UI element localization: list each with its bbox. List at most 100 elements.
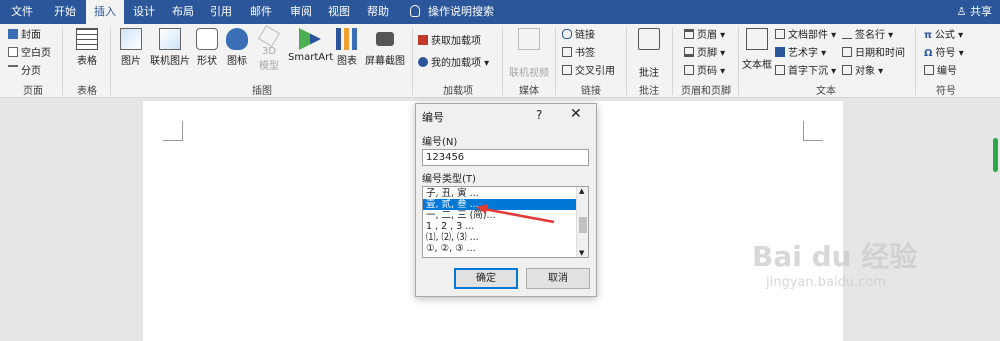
wordart-label: 艺术字 bbox=[788, 48, 818, 59]
textbox-label: 文本框 bbox=[742, 60, 772, 71]
signature-line-button[interactable]: 签名行 ▾ bbox=[842, 28, 893, 44]
group-separator bbox=[502, 27, 503, 95]
scroll-up-icon[interactable]: ▲ bbox=[579, 187, 584, 195]
dropcap-button[interactable]: 首字下沉 ▾ bbox=[775, 64, 836, 80]
bookmark-button[interactable]: 书签 bbox=[562, 46, 595, 62]
list-scrollbar[interactable]: ▲ ▼ bbox=[576, 187, 588, 257]
tab-home[interactable]: 开始 bbox=[44, 0, 86, 24]
table-label: 表格 bbox=[77, 56, 97, 67]
screenshot-label: 屏幕截图 bbox=[365, 56, 405, 67]
symbol-label: 符号 bbox=[935, 48, 956, 59]
dialog-title: 编号 bbox=[422, 111, 444, 124]
scroll-down-icon[interactable]: ▼ bbox=[579, 249, 584, 257]
footer-button[interactable]: 页脚 ▾ bbox=[684, 46, 725, 62]
number-icon bbox=[924, 65, 934, 75]
vertical-scrollbar[interactable] bbox=[991, 100, 1000, 330]
page-number-button[interactable]: 页码 ▾ bbox=[684, 64, 725, 80]
number-button[interactable]: 编号 bbox=[924, 64, 957, 80]
list-item[interactable]: ①, ②, ③ ... bbox=[423, 243, 577, 254]
tab-view[interactable]: 视图 bbox=[320, 0, 358, 24]
new-comment-button[interactable]: 批注 bbox=[634, 28, 664, 79]
tell-me-search[interactable]: 操作说明搜索 bbox=[410, 0, 494, 24]
lightbulb-icon bbox=[410, 5, 420, 17]
cancel-button[interactable]: 取消 bbox=[526, 268, 590, 289]
person-icon: ♙ bbox=[956, 5, 967, 18]
tab-references[interactable]: 引用 bbox=[202, 0, 240, 24]
group-label-header-footer: 页眉和页脚 bbox=[681, 86, 731, 97]
screenshot-button[interactable]: 屏幕截图 bbox=[362, 28, 408, 67]
icons-button[interactable]: 图标 bbox=[224, 28, 250, 67]
blank-page-icon bbox=[8, 47, 18, 57]
scrollbar-thumb[interactable] bbox=[993, 138, 998, 172]
get-addins-button[interactable]: 获取加载项 bbox=[418, 34, 481, 50]
dropcap-icon bbox=[775, 65, 785, 75]
tab-layout[interactable]: 布局 bbox=[164, 0, 202, 24]
group-label-illustrations: 插图 bbox=[252, 86, 272, 97]
number-input[interactable]: 123456 bbox=[422, 149, 589, 166]
smartart-button[interactable]: SmartArt bbox=[288, 28, 334, 63]
group-separator bbox=[555, 27, 556, 95]
list-scroll-thumb[interactable] bbox=[579, 217, 587, 233]
online-picture-button[interactable]: 联机图片 bbox=[146, 28, 194, 67]
list-item[interactable]: ⑴, ⑵, ⑶ ... bbox=[423, 232, 577, 243]
wordart-button[interactable]: 艺术字 ▾ bbox=[775, 46, 826, 62]
online-video-button[interactable]: 联机视频 bbox=[508, 28, 550, 79]
table-button[interactable]: 表格 bbox=[70, 28, 104, 67]
share-button[interactable]: ♙ 共享 bbox=[957, 0, 992, 24]
tab-mailings[interactable]: 邮件 bbox=[240, 0, 282, 24]
margin-corner-top-right bbox=[803, 121, 823, 141]
comment-label: 批注 bbox=[639, 68, 659, 79]
dropcap-label: 首字下沉 bbox=[788, 66, 828, 77]
date-time-button[interactable]: 日期和时间 bbox=[842, 46, 905, 62]
tab-help[interactable]: 帮助 bbox=[358, 0, 398, 24]
tab-insert[interactable]: 插入 bbox=[86, 0, 124, 24]
page-break-label: 分页 bbox=[21, 66, 41, 77]
bookmark-label: 书签 bbox=[575, 48, 595, 59]
chart-label: 图表 bbox=[337, 56, 357, 67]
group-separator bbox=[110, 27, 111, 95]
group-label-text: 文本 bbox=[816, 86, 836, 97]
my-addins-button[interactable]: 我的加载项 ▾ bbox=[418, 56, 489, 72]
chart-button[interactable]: 图表 bbox=[334, 28, 360, 67]
link-button[interactable]: 链接 bbox=[562, 28, 595, 44]
addin-icon bbox=[418, 57, 428, 67]
number-field-label: 编号(N) bbox=[422, 137, 458, 148]
group-separator bbox=[62, 27, 63, 95]
picture-button[interactable]: 图片 bbox=[116, 28, 146, 67]
margin-corner-top-left bbox=[163, 121, 183, 141]
number-type-label: 编号类型(T) bbox=[422, 174, 476, 185]
header-button[interactable]: 页眉 ▾ bbox=[684, 28, 725, 44]
page-break-button[interactable]: 分页 bbox=[8, 64, 41, 80]
picture-label: 图片 bbox=[121, 56, 141, 67]
annotation-arrow bbox=[476, 204, 555, 224]
symbol-button[interactable]: Ω 符号 ▾ bbox=[924, 46, 964, 62]
textbox-button[interactable]: 文本框 bbox=[741, 28, 773, 71]
table-icon bbox=[76, 28, 98, 50]
ok-button[interactable]: 确定 bbox=[454, 268, 518, 289]
help-button[interactable]: ? bbox=[536, 108, 542, 122]
quick-parts-label: 文档部件 bbox=[788, 30, 828, 41]
header-label: 页眉 bbox=[697, 30, 717, 41]
list-item[interactable]: 子, 丑, 寅 ... bbox=[423, 188, 577, 199]
cover-page-button[interactable]: 封面 bbox=[8, 28, 41, 44]
3d-models-button[interactable]: 3D 模型 bbox=[254, 25, 284, 72]
object-button[interactable]: 对象 ▾ bbox=[842, 64, 883, 80]
pi-icon: π bbox=[924, 30, 932, 41]
tab-file[interactable]: 文件 bbox=[0, 0, 44, 24]
tab-design[interactable]: 设计 bbox=[124, 0, 164, 24]
get-addins-label: 获取加载项 bbox=[431, 36, 481, 47]
close-button[interactable]: ✕ bbox=[570, 106, 582, 122]
cross-reference-button[interactable]: 交叉引用 bbox=[562, 64, 615, 80]
tab-review[interactable]: 审阅 bbox=[282, 0, 320, 24]
omega-icon: Ω bbox=[924, 48, 933, 59]
group-separator bbox=[738, 27, 739, 95]
blank-page-button[interactable]: 空白页 bbox=[8, 46, 51, 62]
3d-models-label-line2: 模型 bbox=[259, 61, 279, 72]
object-icon bbox=[842, 65, 852, 75]
video-icon bbox=[518, 28, 540, 50]
smartart-label: SmartArt bbox=[288, 52, 334, 63]
equation-button[interactable]: π 公式 ▾ bbox=[924, 28, 963, 44]
shapes-button[interactable]: 形状 bbox=[194, 28, 220, 67]
quick-parts-button[interactable]: 文档部件 ▾ bbox=[775, 28, 836, 44]
number-label: 编号 bbox=[937, 66, 957, 77]
